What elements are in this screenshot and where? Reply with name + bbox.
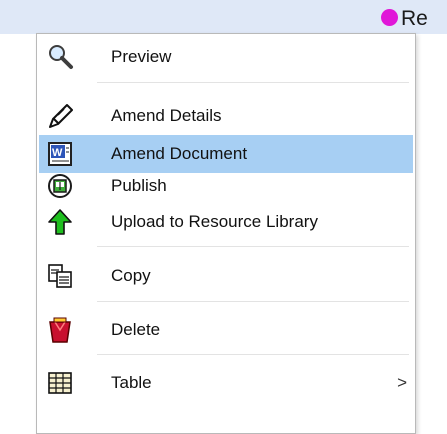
status-dot-icon	[381, 9, 398, 26]
menu-item-copy[interactable]: Copy	[39, 257, 413, 295]
menu-item-table[interactable]: Table >	[39, 364, 413, 402]
menu-item-label: Preview	[111, 47, 172, 66]
magnifier-icon	[45, 42, 75, 72]
up-arrow-icon	[45, 207, 75, 237]
menu-separator	[97, 354, 409, 355]
menu-item-delete[interactable]: Delete	[39, 311, 413, 349]
top-bar: Re	[0, 0, 447, 34]
menu-item-label: Amend Document	[111, 144, 248, 163]
menu-separator	[97, 301, 409, 302]
word-document-icon: W	[45, 139, 75, 169]
menu-item-label: Table	[111, 373, 152, 392]
context-menu: Preview Amend Details W Amend Document P…	[36, 33, 416, 434]
menu-item-upload-to-resource-library[interactable]: Upload to Resource Library	[39, 203, 413, 241]
svg-text:W: W	[52, 147, 63, 159]
menu-item-label: Upload to Resource Library	[111, 212, 318, 231]
menu-separator	[97, 82, 409, 83]
menu-item-label: Copy	[111, 266, 151, 285]
submenu-arrow-icon: >	[397, 373, 407, 392]
header-label: Re	[401, 7, 428, 30]
menu-separator	[97, 246, 409, 247]
table-icon	[45, 368, 75, 398]
trash-icon	[45, 315, 75, 345]
menu-item-amend-details[interactable]: Amend Details	[39, 97, 413, 135]
publish-icon	[45, 171, 75, 201]
menu-item-label: Amend Details	[111, 106, 222, 125]
menu-item-label: Delete	[111, 320, 161, 339]
pencil-icon	[45, 101, 75, 131]
menu-item-publish[interactable]: Publish	[39, 167, 413, 205]
menu-item-label: Publish	[111, 176, 167, 195]
menu-item-preview[interactable]: Preview	[39, 38, 413, 76]
copy-icon	[45, 261, 75, 291]
